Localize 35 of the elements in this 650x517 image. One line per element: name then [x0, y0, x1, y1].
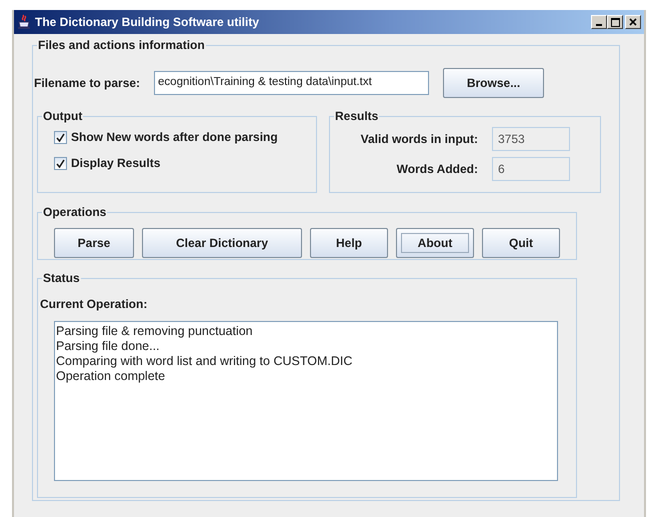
- java-cup-icon: [17, 14, 31, 30]
- current-operation-label: Current Operation:: [40, 296, 148, 313]
- group-title: Output: [42, 109, 84, 123]
- result-label: Valid words in input:: [360, 131, 478, 148]
- log-line: Parsing file & removing punctuation: [56, 324, 253, 339]
- minimize-button[interactable]: [591, 15, 607, 29]
- close-icon: [629, 18, 637, 26]
- operation-button[interactable]: About: [396, 228, 474, 258]
- operation-button[interactable]: Parse: [54, 228, 134, 258]
- browse-button[interactable]: Browse...: [443, 68, 544, 98]
- window-title: The Dictionary Building Software utility: [35, 14, 260, 31]
- log-line: Operation complete: [56, 369, 166, 384]
- check-icon: [56, 132, 65, 142]
- group-title: Status: [42, 271, 81, 285]
- operation-button[interactable]: Quit: [482, 228, 560, 258]
- checkbox-label: Show New words after done parsing: [71, 129, 278, 146]
- maximize-button[interactable]: [607, 15, 623, 29]
- checkbox[interactable]: [54, 156, 67, 170]
- operation-button[interactable]: Clear Dictionary: [142, 228, 302, 258]
- log-line: Comparing with word list and writing to CUSTOM.DIC: [56, 354, 352, 369]
- group-title: Operations: [42, 205, 108, 219]
- result-field: 3753: [492, 127, 570, 151]
- result-field: 6: [492, 157, 570, 181]
- filename-label: Filename to parse:: [34, 75, 140, 92]
- log-line: Parsing file done...: [56, 339, 160, 354]
- result-label: Words Added:: [396, 161, 478, 178]
- checkbox-label: Display Results: [71, 155, 160, 172]
- group-title: Files and actions information: [37, 38, 206, 52]
- filename-field[interactable]: ecognition\Training & testing data\input.txt: [154, 71, 430, 95]
- close-button[interactable]: [625, 15, 641, 29]
- group-title: Results: [334, 109, 380, 123]
- operation-button[interactable]: Help: [310, 228, 388, 258]
- maximize-icon: [610, 18, 620, 26]
- check-icon: [56, 158, 65, 168]
- checkbox[interactable]: [54, 130, 67, 144]
